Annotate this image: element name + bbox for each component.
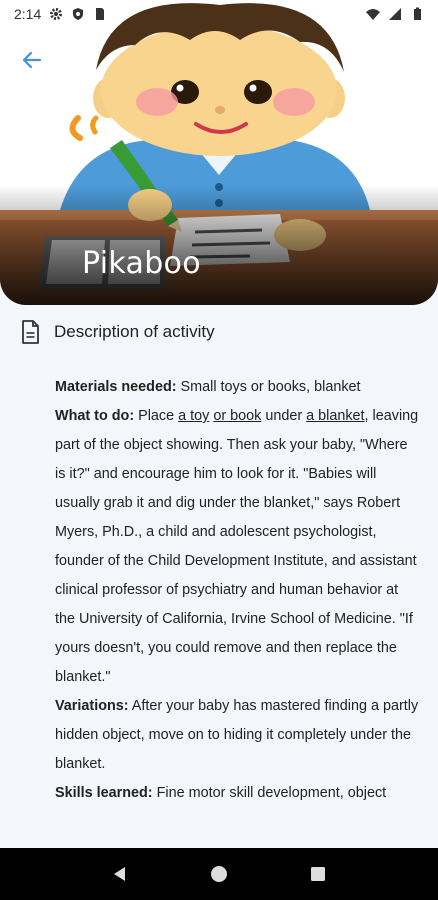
skills-label: Skills learned: — [55, 785, 153, 801]
variations-paragraph: Variations: After your baby has mastered… — [55, 692, 420, 779]
battery-icon — [414, 7, 421, 20]
section-title: Description of activity — [54, 322, 215, 341]
document-icon — [22, 320, 39, 344]
link-or-book[interactable]: or book — [213, 408, 261, 424]
home-circle-icon[interactable] — [210, 865, 228, 883]
hero-gradient-overlay — [0, 185, 438, 305]
gear-icon — [50, 8, 63, 20]
variations-label: Variations: — [55, 698, 129, 714]
signal-icon — [389, 8, 401, 20]
what-to-do-paragraph: What to do: Place a toy or book under a … — [55, 402, 420, 692]
what-to-do-label: What to do: — [55, 408, 135, 424]
link-a-toy[interactable]: a toy — [178, 408, 209, 424]
materials-label: Materials needed: — [55, 379, 177, 395]
what-to-do-text: under — [261, 408, 307, 424]
skills-paragraph: Skills learned: Fine motor skill develop… — [55, 779, 420, 808]
materials-paragraph: Materials needed: Small toys or books, b… — [55, 373, 420, 402]
back-triangle-icon[interactable] — [111, 865, 129, 883]
navigation-bar — [0, 848, 438, 900]
link-a-blanket[interactable]: a blanket — [306, 408, 364, 424]
wifi-icon — [366, 9, 380, 20]
sim-card-icon — [96, 8, 105, 20]
what-to-do-text: Place — [134, 408, 179, 424]
recents-square-icon[interactable] — [309, 865, 327, 883]
activity-description: Materials needed: Small toys or books, b… — [55, 373, 420, 808]
materials-text: Small toys or books, blanket — [176, 379, 361, 395]
hero-image-container: Pikaboo — [0, 0, 438, 305]
shield-icon — [73, 8, 84, 20]
skills-text: Fine motor skill development, object — [152, 785, 387, 801]
status-time: 2:14 — [14, 6, 42, 22]
arrow-left-icon — [22, 51, 42, 69]
status-bar: 2:14 — [0, 0, 438, 28]
back-button[interactable] — [14, 42, 50, 78]
what-to-do-text: , leaving part of the object showing. Th… — [55, 408, 419, 685]
activity-title: Pikaboo — [82, 246, 201, 281]
section-header: Description of activity — [20, 320, 215, 344]
